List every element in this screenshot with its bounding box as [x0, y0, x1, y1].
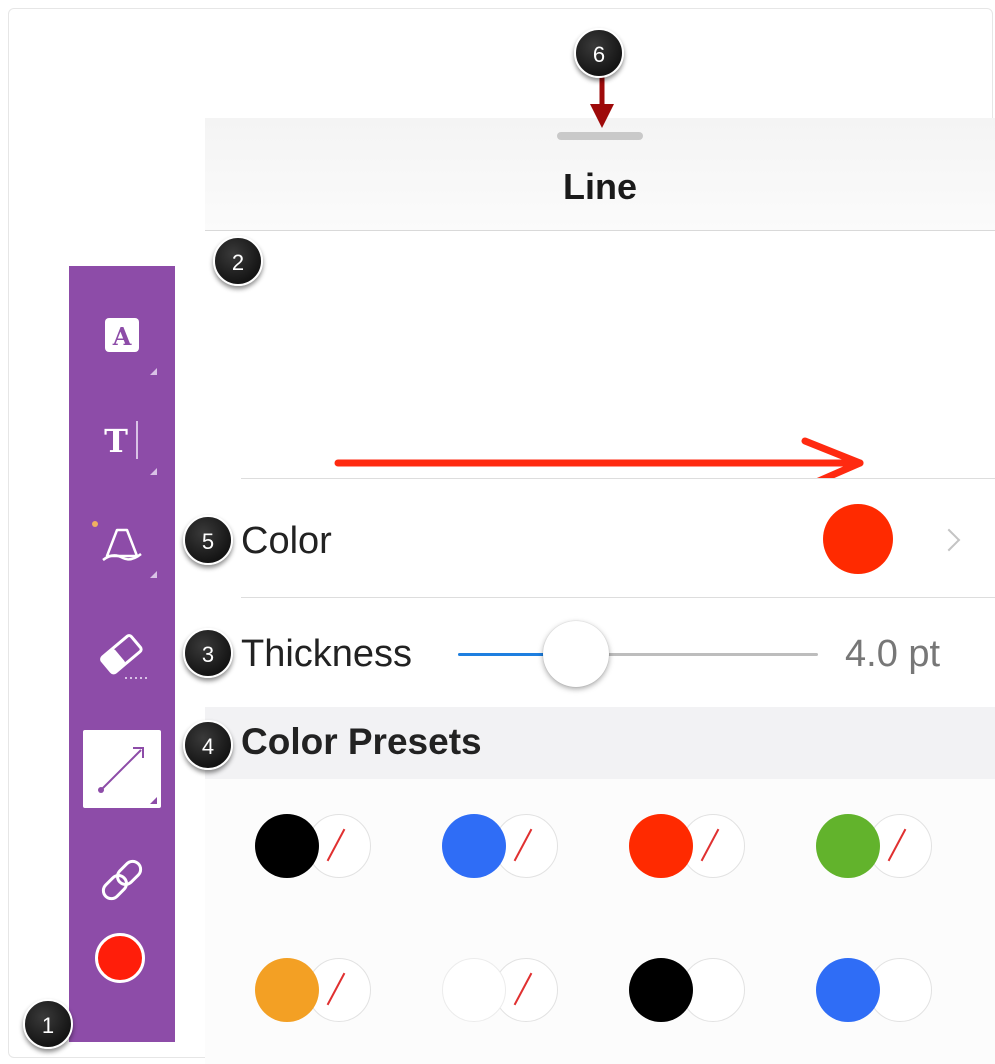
preset-color-swatch	[442, 958, 506, 1022]
slider-track-empty	[578, 653, 818, 656]
text-cursor-tool[interactable]: T	[83, 401, 161, 479]
current-color-swatch	[823, 504, 893, 574]
color-presets-header: Color Presets	[205, 707, 995, 779]
color-preset[interactable]	[629, 955, 753, 1025]
tool-options-indicator	[150, 468, 157, 475]
divider	[241, 478, 995, 479]
tool-options-indicator	[150, 797, 157, 804]
preset-color-swatch	[442, 814, 506, 878]
thickness-value: 4.0 pt	[845, 633, 941, 675]
color-preset[interactable]	[629, 811, 753, 881]
callout-4: 4	[183, 720, 233, 770]
color-label: Color	[241, 520, 332, 562]
link-tool[interactable]	[83, 841, 161, 919]
link-icon	[101, 859, 143, 901]
preset-color-swatch	[629, 958, 693, 1022]
color-preset[interactable]	[816, 955, 940, 1025]
preset-color-swatch	[816, 958, 880, 1022]
svg-text:T: T	[104, 422, 128, 460]
color-preset[interactable]	[255, 811, 379, 881]
eraser-icon	[100, 634, 149, 679]
current-color-tool[interactable]	[95, 933, 145, 983]
drag-handle[interactable]	[557, 132, 643, 140]
callout-3: 3	[183, 628, 233, 678]
color-preset[interactable]	[442, 955, 566, 1025]
line-preview	[205, 231, 995, 491]
callout-1: 1	[23, 999, 73, 1049]
divider	[241, 597, 995, 598]
preset-color-swatch	[255, 958, 319, 1022]
thickness-label: Thickness	[241, 633, 413, 675]
chevron-right-icon	[937, 528, 961, 552]
callout-6: 6	[574, 28, 624, 78]
text-box-tool[interactable]: A	[83, 301, 161, 379]
section-title: Color Presets	[241, 721, 482, 762]
color-preset[interactable]	[442, 811, 566, 881]
preset-color-swatch	[816, 814, 880, 878]
color-preset[interactable]	[255, 955, 379, 1025]
tool-options-indicator	[150, 571, 157, 578]
thickness-slider-thumb[interactable]	[543, 621, 609, 687]
annotation-toolbar: A T	[69, 266, 175, 1042]
color-preset[interactable]	[816, 811, 940, 881]
tool-options-indicator	[150, 368, 157, 375]
callout-5: 5	[183, 515, 233, 565]
callout-arrow	[590, 74, 614, 128]
preset-color-swatch	[629, 814, 693, 878]
eraser-tool[interactable]	[83, 616, 161, 694]
line-arrow-preview	[334, 437, 864, 491]
svg-text:A: A	[112, 322, 132, 351]
pen-tool[interactable]	[83, 504, 161, 582]
callout-2: 2	[213, 236, 263, 286]
line-tool[interactable]	[83, 730, 161, 808]
panel-header: Line	[205, 118, 995, 231]
color-presets-grid	[205, 779, 995, 1064]
line-settings-panel: Line Color Thickness 4.0 pt Color Preset…	[205, 118, 995, 1064]
panel-title: Line	[562, 166, 637, 207]
preset-color-swatch	[255, 814, 319, 878]
